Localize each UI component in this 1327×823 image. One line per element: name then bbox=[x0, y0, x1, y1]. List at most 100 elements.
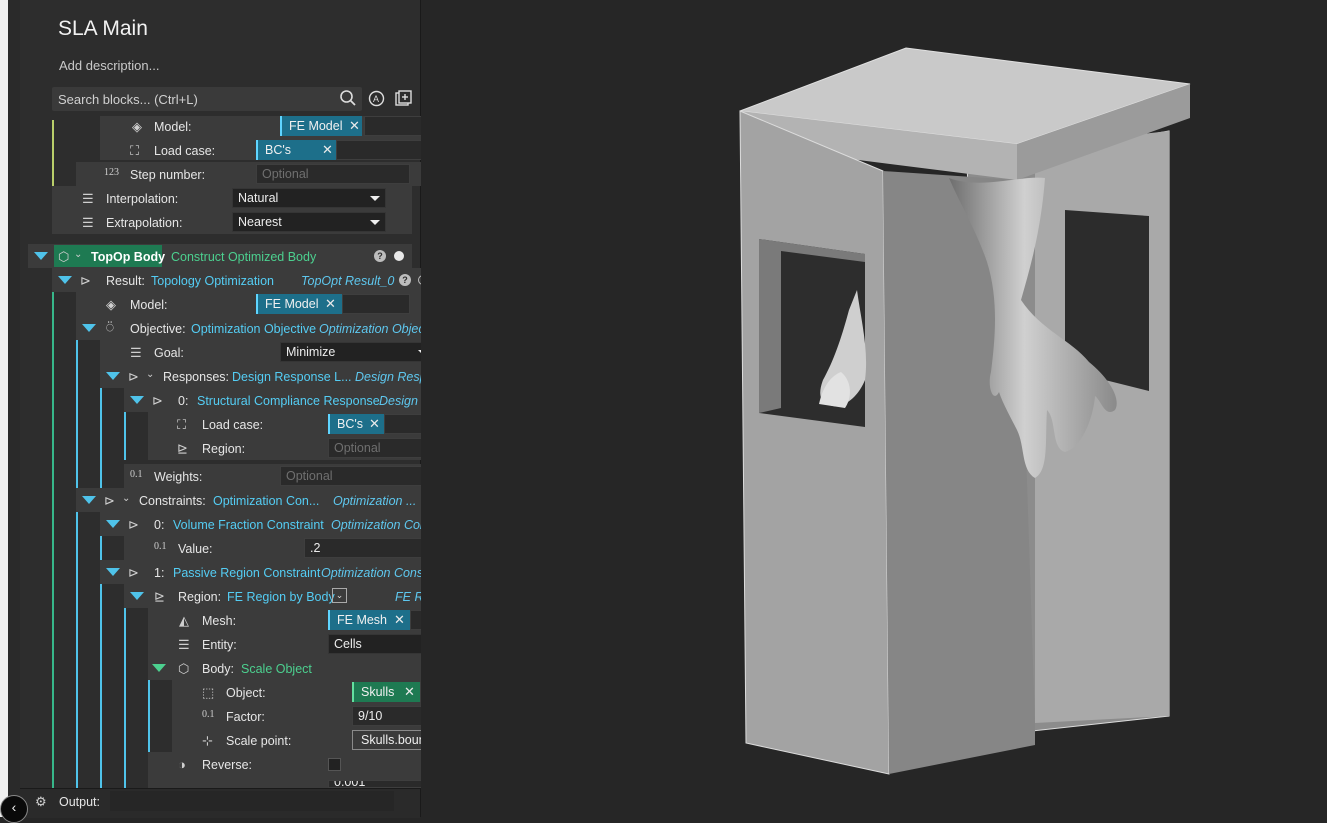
collapse-icon[interactable] bbox=[82, 324, 96, 332]
output-port-icon: ⊳ bbox=[80, 273, 91, 288]
reverse-checkbox[interactable] bbox=[328, 758, 341, 771]
chevron-down-icon[interactable]: ⌄ bbox=[332, 588, 347, 603]
list-icon: ☰ bbox=[82, 215, 94, 230]
load-case-icon: ⛶ bbox=[177, 417, 187, 432]
output-port-icon: ⊳ bbox=[152, 393, 163, 408]
load-case-icon: ⛶ bbox=[130, 143, 140, 158]
collapse-icon[interactable] bbox=[106, 372, 120, 380]
collapse-icon[interactable] bbox=[106, 520, 120, 528]
collapse-icon[interactable] bbox=[130, 396, 144, 404]
region-label: Region: bbox=[178, 590, 222, 604]
3d-viewport[interactable] bbox=[421, 0, 1327, 817]
weights-label: Weights: bbox=[154, 470, 203, 484]
model-field[interactable] bbox=[342, 294, 410, 314]
region-label: Region: bbox=[202, 442, 246, 456]
remove-icon[interactable]: ✕ bbox=[325, 296, 336, 312]
tree-guide-line bbox=[76, 268, 78, 788]
load-case-field[interactable] bbox=[336, 140, 434, 160]
remove-icon[interactable]: ✕ bbox=[369, 416, 380, 432]
factor-label: Factor: bbox=[226, 710, 265, 724]
constraint-0-index: 0: bbox=[154, 518, 165, 532]
search-icon[interactable] bbox=[339, 89, 357, 112]
goal-select[interactable]: Minimize bbox=[280, 342, 434, 362]
model-label: Model: bbox=[154, 120, 192, 134]
step-label: Step number: bbox=[130, 168, 206, 182]
collapse-icon[interactable] bbox=[58, 276, 72, 284]
page-title: SLA Main bbox=[58, 17, 148, 40]
constraint-1-index: 1: bbox=[154, 566, 165, 580]
list-icon: ☰ bbox=[130, 345, 142, 360]
extrapolation-select[interactable]: Nearest bbox=[232, 212, 386, 232]
constraints-label: Constraints: bbox=[139, 494, 206, 508]
region-icon: ⊵ bbox=[154, 589, 165, 604]
model-label: Model: bbox=[130, 298, 168, 312]
scalar-icon: 0.1 bbox=[130, 469, 143, 480]
remove-icon[interactable]: ✕ bbox=[322, 142, 333, 158]
output-field[interactable] bbox=[110, 791, 394, 811]
collapse-icon[interactable] bbox=[34, 252, 48, 260]
body-icon: ⬡ bbox=[178, 661, 190, 676]
interpolation-label: Interpolation: bbox=[106, 192, 179, 206]
output-label: Output: bbox=[59, 795, 100, 809]
load-case-label: Load case: bbox=[202, 418, 264, 432]
remove-icon[interactable]: ✕ bbox=[394, 612, 405, 628]
mesh-label: Mesh: bbox=[202, 614, 237, 628]
mesh-icon: ◭ bbox=[179, 613, 189, 628]
collapse-panel-button[interactable]: ‹ bbox=[0, 795, 28, 823]
search-placeholder: Search blocks... (Ctrl+L) bbox=[58, 92, 198, 107]
help-icon[interactable]: ? bbox=[399, 274, 411, 286]
body-label: Body: bbox=[202, 662, 234, 676]
description-field[interactable]: Add description... bbox=[59, 58, 159, 73]
chevron-down-icon[interactable]: ⌄ bbox=[146, 369, 154, 380]
output-port-icon: ⊳ bbox=[128, 369, 139, 384]
constraint-1-type: Passive Region Constraint bbox=[173, 566, 321, 580]
remove-icon[interactable]: ✕ bbox=[404, 684, 415, 700]
reverse-label: Reverse: bbox=[202, 758, 253, 772]
collapse-icon[interactable] bbox=[82, 496, 96, 504]
value-label: Value: bbox=[178, 542, 213, 556]
objective-icon: ⍥ bbox=[106, 320, 114, 335]
output-port-icon: ⊳ bbox=[128, 517, 139, 532]
remove-icon[interactable]: ✕ bbox=[349, 118, 360, 134]
scalar-icon: 0.1 bbox=[202, 709, 215, 720]
output-port-icon: ⊳ bbox=[128, 565, 139, 580]
number-icon: 123 bbox=[104, 167, 119, 178]
list-icon: ☰ bbox=[82, 191, 94, 206]
topop-type: Construct Optimized Body bbox=[171, 250, 317, 264]
load-case-label: Load case: bbox=[154, 144, 216, 158]
body-icon: ⬡ bbox=[58, 249, 70, 264]
help-icon[interactable]: ? bbox=[374, 250, 386, 262]
step-input[interactable]: Optional bbox=[256, 164, 410, 184]
window-edge bbox=[0, 0, 8, 817]
objective-label: Objective: bbox=[130, 322, 186, 336]
weights-input[interactable]: Optional bbox=[280, 466, 434, 486]
interpolation-select[interactable]: Natural bbox=[232, 188, 386, 208]
result-type: Topology Optimization bbox=[151, 274, 274, 288]
body-type: Scale Object bbox=[241, 662, 312, 676]
object-icon: ⬚ bbox=[202, 685, 215, 700]
chevron-down-icon[interactable]: ⌄ bbox=[74, 249, 82, 260]
constraints-type: Optimization Con... bbox=[213, 494, 320, 508]
collapse-icon[interactable] bbox=[130, 592, 144, 600]
object-label: Object: bbox=[226, 686, 266, 700]
extrapolation-label: Extrapolation: bbox=[106, 216, 183, 230]
gear-icon: ⚙ bbox=[35, 794, 47, 809]
scale-point-label: Scale point: bbox=[226, 734, 292, 748]
entity-label: Entity: bbox=[202, 638, 237, 652]
response-0-type: Structural Compliance Response bbox=[197, 394, 380, 408]
responses-label: Responses: bbox=[163, 370, 230, 384]
scalar-icon: 0.1 bbox=[154, 541, 167, 552]
chevron-down-icon[interactable]: ⌄ bbox=[122, 493, 130, 504]
output-port-icon: ⊳ bbox=[104, 493, 115, 508]
goal-label: Goal: bbox=[154, 346, 184, 360]
status-dot-icon[interactable] bbox=[394, 251, 404, 261]
collapse-icon[interactable] bbox=[106, 568, 120, 576]
response-0-index: 0: bbox=[178, 394, 189, 408]
result-id: TopOpt Result_0 bbox=[301, 274, 395, 288]
ai-assist-icon[interactable]: A bbox=[368, 90, 385, 112]
add-block-icon[interactable] bbox=[395, 90, 412, 112]
tree-guide-line bbox=[52, 248, 54, 788]
region-type: FE Region by Body bbox=[227, 590, 335, 604]
objective-type: Optimization Objective bbox=[191, 322, 317, 336]
collapse-icon[interactable] bbox=[152, 664, 166, 672]
